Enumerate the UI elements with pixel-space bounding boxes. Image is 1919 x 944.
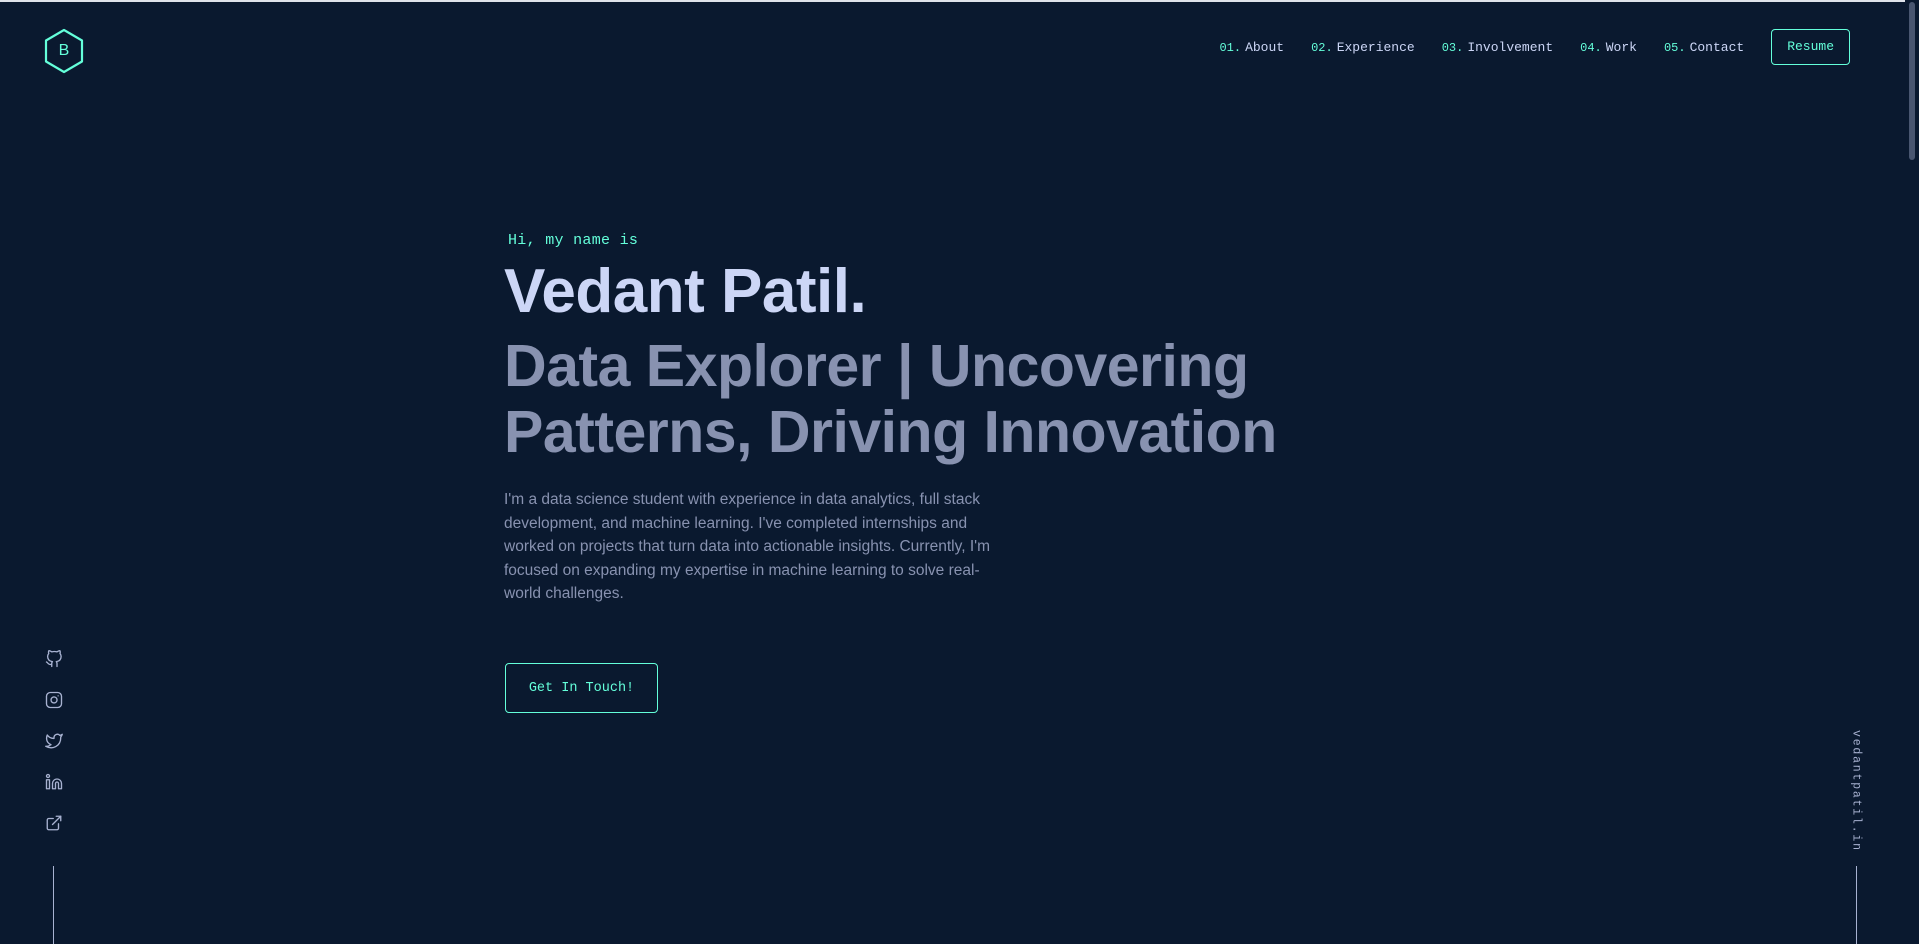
twitter-link[interactable]: [43, 730, 65, 752]
get-in-touch-button[interactable]: Get In Touch!: [505, 663, 658, 713]
nav-item-involvement[interactable]: 03. Involvement: [1442, 40, 1553, 55]
nav-number: 03.: [1441, 40, 1464, 55]
hero-section: Hi, my name is Vedant Patil. Data Explor…: [504, 232, 1404, 606]
site-header: B 01. About 02. Experience 03. Involvement …: [0, 2, 1905, 90]
scrollbar-thumb[interactable]: [1909, 2, 1915, 160]
external-link-icon: [46, 815, 62, 831]
hero-greeting: Hi, my name is: [508, 232, 639, 249]
nav-item-work[interactable]: 04. Work: [1580, 40, 1637, 55]
social-links: [42, 648, 66, 853]
hero-name: Vedant Patil.: [504, 257, 867, 326]
main-nav: 01. About 02. Experience 03. Involvement 04…: [1219, 28, 1850, 66]
side-email: vedantpatil.in: [1846, 730, 1866, 852]
nav-item-about[interactable]: 01. About: [1219, 40, 1284, 55]
logo-letter: B: [58, 42, 70, 59]
resume-button[interactable]: Resume: [1771, 29, 1850, 65]
twitter-icon: [45, 733, 63, 749]
left-vertical-line: [53, 866, 54, 944]
nav-item-contact[interactable]: 05. Contact: [1664, 40, 1744, 55]
nav-number: 05.: [1663, 40, 1686, 55]
linkedin-icon: [45, 773, 63, 790]
logo-link[interactable]: B: [42, 27, 86, 75]
hero-tagline: Data Explorer | Uncovering Patterns, Dri…: [504, 333, 1277, 465]
nav-label: About: [1245, 39, 1285, 55]
page-scrollbar[interactable]: [1905, 0, 1919, 944]
portfolio-page: B 01. About 02. Experience 03. Involvement …: [0, 0, 1919, 944]
side-email-link[interactable]: vedantpatil.in: [1850, 730, 1863, 852]
github-icon: [45, 650, 62, 668]
nav-label: Work: [1605, 39, 1637, 55]
nav-number: 04.: [1580, 40, 1602, 55]
right-vertical-line: [1856, 866, 1857, 944]
nav-label: Experience: [1336, 39, 1415, 55]
instagram-icon: [45, 691, 63, 709]
external-link[interactable]: [43, 812, 65, 834]
nav-number: 02.: [1311, 40, 1333, 55]
nav-item-experience[interactable]: 02. Experience: [1311, 40, 1415, 55]
nav-number: 01.: [1219, 40, 1242, 55]
hero-bio: I'm a data science student with experien…: [504, 491, 991, 602]
instagram-link[interactable]: [43, 689, 65, 711]
nav-label: Contact: [1689, 39, 1745, 55]
github-link[interactable]: [43, 648, 65, 670]
linkedin-link[interactable]: [43, 771, 65, 793]
nav-label: Involvement: [1467, 39, 1554, 55]
